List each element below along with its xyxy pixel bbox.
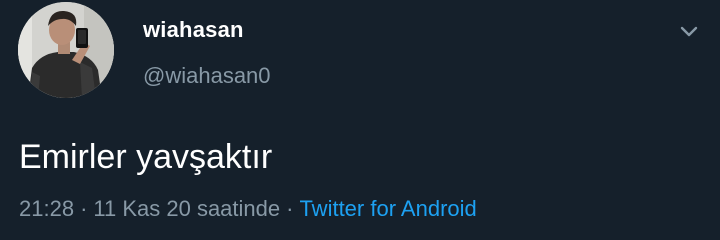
display-name[interactable]: wiahasan bbox=[143, 17, 244, 43]
tweet-text: Emirler yavşaktır bbox=[19, 138, 273, 176]
meta-separator: · bbox=[286, 196, 294, 221]
tweet-meta: 21:28 · 11 Kas 20 saatinde · Twitter for And… bbox=[19, 196, 477, 222]
chevron-down-icon[interactable] bbox=[676, 18, 702, 44]
user-handle[interactable]: @wiahasan0 bbox=[143, 63, 271, 89]
tweet-card: wiahasan @wiahasan0 Emirler yavşaktır 21… bbox=[0, 0, 720, 240]
avatar[interactable] bbox=[18, 2, 114, 98]
meta-separator: · bbox=[80, 196, 88, 221]
tweet-source-link[interactable]: Twitter for Android bbox=[299, 196, 476, 221]
avatar-photo bbox=[18, 2, 114, 98]
tweet-date[interactable]: 11 Kas 20 saatinde bbox=[93, 196, 280, 221]
tweet-time[interactable]: 21:28 bbox=[19, 196, 74, 221]
